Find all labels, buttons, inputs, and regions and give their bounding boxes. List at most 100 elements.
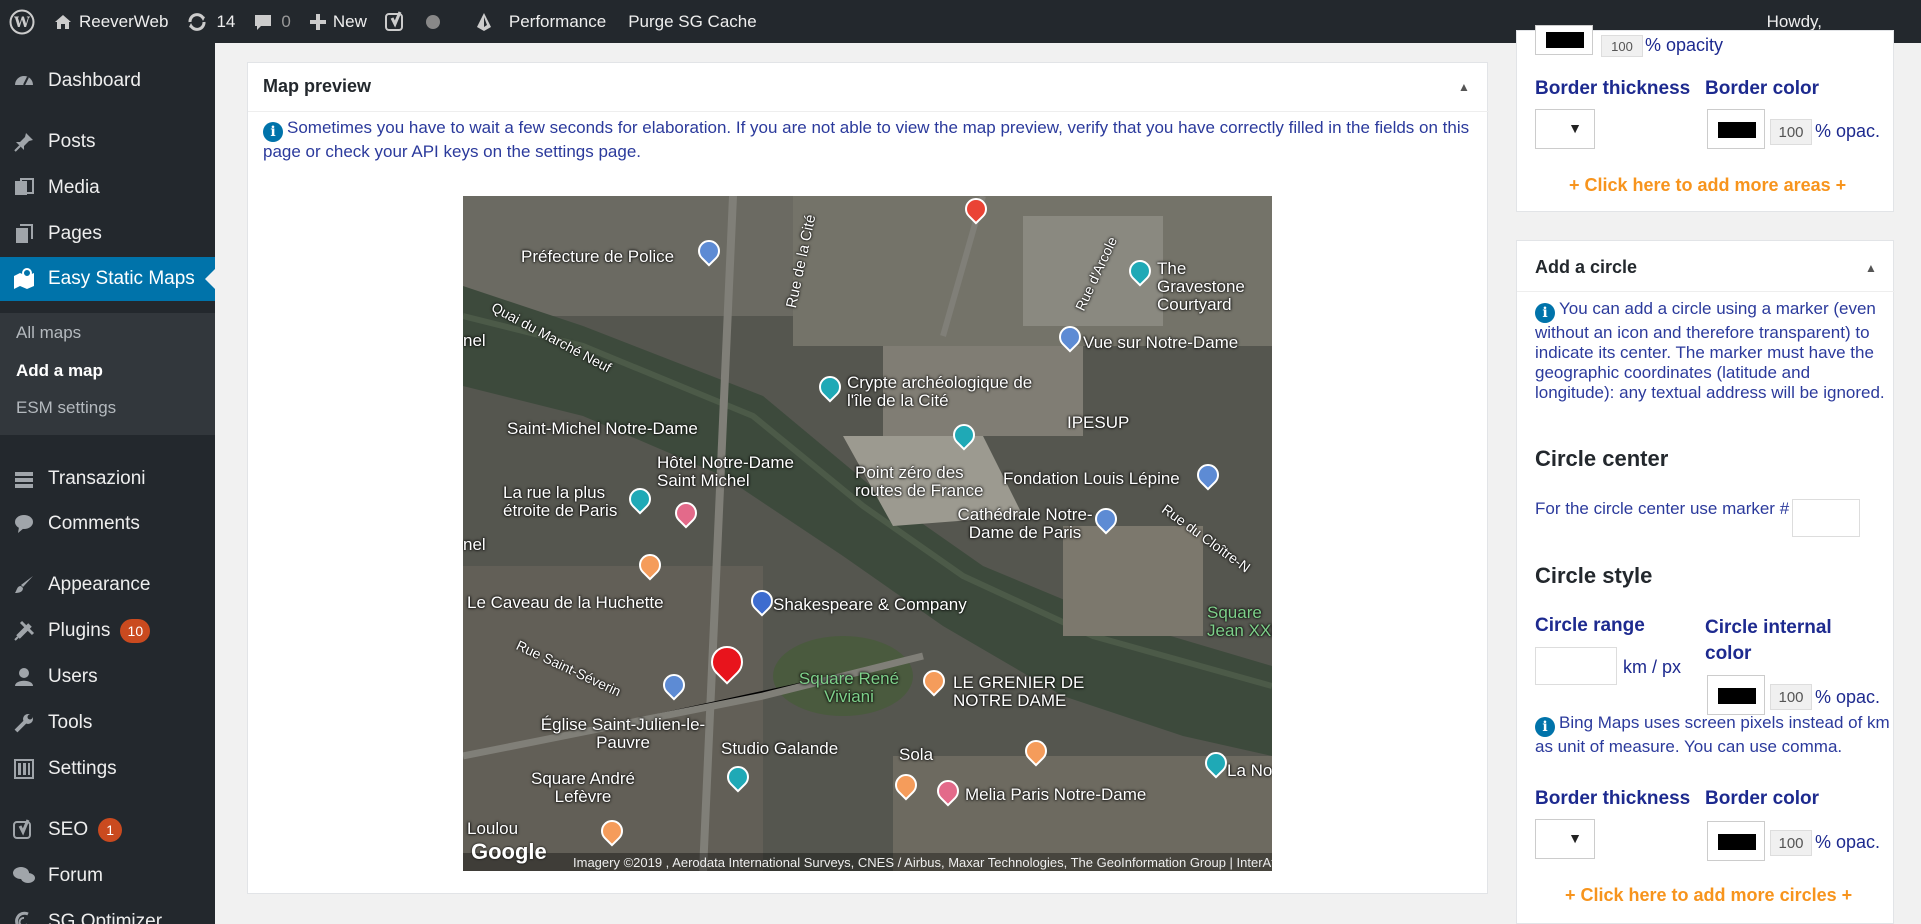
circle-border-thickness-select[interactable]: ▼ (1535, 819, 1595, 859)
forum-icon (0, 865, 48, 887)
comment-icon (255, 14, 272, 30)
circle-border-color-label: Border color (1705, 788, 1820, 809)
map-label: Préfecture de Police (521, 247, 675, 266)
area-border-thickness-label: Border thickness (1535, 78, 1691, 99)
comments-link[interactable]: 0 (244, 0, 299, 43)
settings-icon (0, 758, 48, 780)
sidebar-item-pages[interactable]: Pages (0, 212, 215, 256)
submenu-all-maps[interactable]: All maps (16, 323, 81, 343)
sidebar-item-posts[interactable]: Posts (0, 120, 215, 164)
map-label: The Gravestone Courtyard (1157, 259, 1245, 314)
performance-link[interactable]: Performance (464, 0, 615, 43)
sg-performance-icon (476, 12, 491, 31)
site-name: ReeverWeb (79, 11, 169, 31)
performance-label: Performance (508, 11, 607, 31)
map-label: Square André Lefèvre (531, 769, 635, 806)
dashboard-icon (0, 70, 48, 92)
map-label: Loulou (467, 819, 519, 838)
area-border-thickness-select[interactable]: ▼ (1535, 109, 1595, 149)
sidebar-item-forum[interactable]: Forum (0, 854, 215, 898)
bing-note: i Bing Maps uses screen pixels instead of… (1535, 713, 1890, 756)
add-more-circles-link[interactable]: + Click here to add more circles + (1565, 885, 1852, 906)
circle-center-marker-input[interactable] (1792, 499, 1860, 537)
areas-panel: 100 % opacity Border thickness Border co… (1516, 25, 1894, 212)
circle-internal-color-picker[interactable] (1707, 675, 1765, 715)
circle-border-opacity-label: % opac. (1815, 832, 1881, 852)
map-preview-title: Map preview (263, 76, 372, 96)
circle-range-input[interactable] (1535, 647, 1617, 685)
plug-icon (0, 620, 48, 642)
info-icon: i (263, 122, 283, 142)
purge-label: Purge SG Cache (628, 11, 757, 31)
plugins-update-badge: 10 (120, 619, 151, 643)
sidebar-item-seo[interactable]: SEO 1 (0, 808, 215, 852)
map-label: Melia Paris Notre-Dame (965, 785, 1147, 804)
svg-text:W: W (13, 15, 30, 31)
chevron-down-icon: ▼ (1568, 120, 1582, 136)
map-label: Hôtel Notre-Dame Saint Michel (657, 453, 794, 490)
circle-border-color-picker[interactable] (1707, 821, 1765, 861)
circle-border-opacity-input[interactable]: 100 (1770, 830, 1812, 856)
purge-cache-link[interactable]: Purge SG Cache (619, 0, 766, 43)
area-border-opacity-input[interactable]: 100 (1770, 119, 1812, 145)
sidebar-item-comments[interactable]: Comments (0, 502, 215, 546)
area-border-opacity-label: % opac. (1815, 121, 1881, 141)
chevron-down-icon: ▼ (1568, 830, 1582, 846)
circle-internal-opacity-label: % opac. (1815, 687, 1881, 707)
sidebar-item-appearance[interactable]: Appearance (0, 563, 215, 607)
panel-toggle-icon[interactable]: ▲ (1865, 261, 1877, 275)
map-label: nel (463, 331, 486, 350)
map-label: nel (463, 535, 486, 554)
map-label: La rue la plus étroite de Paris (503, 483, 618, 520)
add-circle-panel: Add a circle ▲ i You can add a circle usi… (1516, 240, 1895, 924)
admin-sidebar: Dashboard Posts Media Pages Easy Static … (0, 43, 215, 924)
circle-range-label: Circle range (1535, 615, 1645, 636)
updates-count: 14 (216, 11, 236, 31)
map-label: La No (1227, 761, 1272, 780)
stack-icon (0, 468, 48, 490)
wordpress-logo-icon[interactable]: W (0, 0, 44, 43)
map-label: IPESUP (1067, 413, 1130, 432)
area-opacity-input[interactable]: 100 (1601, 35, 1643, 57)
map-label: Église Saint-Julien-le-Pauvre (540, 715, 706, 752)
map-label: Cathédrale Notre-Dame de Paris (957, 505, 1093, 542)
updates-link[interactable]: 14 (177, 0, 244, 43)
sidebar-item-plugins[interactable]: Plugins 10 (0, 609, 215, 653)
new-content-link[interactable]: New (300, 0, 376, 43)
add-more-areas-link[interactable]: + Click here to add more areas + (1569, 175, 1846, 196)
submenu-add-a-map[interactable]: Add a map (16, 361, 103, 381)
map-label: Studio Galande (721, 739, 839, 758)
sidebar-item-easy-static-maps[interactable]: Easy Static Maps (0, 257, 215, 301)
area-border-color-picker[interactable] (1707, 109, 1765, 149)
howdy-text: Howdy, (1766, 11, 1822, 31)
map-label: Vue sur Notre-Dame (1083, 333, 1239, 352)
map-icon (0, 268, 48, 290)
active-arrow (205, 269, 215, 289)
sidebar-item-tools[interactable]: Tools (0, 701, 215, 745)
sidebar-item-sg-optimizer[interactable]: SG Optimizer (0, 900, 215, 924)
submenu-esm-settings[interactable]: ESM settings (16, 398, 116, 418)
sidebar-item-settings[interactable]: Settings (0, 747, 215, 791)
circle-internal-color-label: Circle internal color (1705, 617, 1832, 664)
pages-icon (0, 223, 48, 245)
home-icon (55, 14, 71, 29)
google-logo: Google (471, 839, 547, 864)
sidebar-item-users[interactable]: Users (0, 655, 215, 699)
area-color-picker[interactable] (1535, 25, 1593, 55)
comment-bubble-icon (0, 513, 48, 535)
new-label: New (332, 11, 367, 31)
sidebar-item-transazioni[interactable]: Transazioni (0, 457, 215, 501)
yoast-seo-icon (0, 819, 48, 841)
panel-toggle-icon[interactable]: ▲ (1458, 80, 1470, 94)
map-label: LE GRENIER DE NOTRE DAME (953, 673, 1085, 710)
area-opacity-label: % opacity (1645, 35, 1724, 55)
circle-range-unit: km / px (1623, 657, 1682, 677)
site-name-link[interactable]: ReeverWeb (44, 0, 177, 43)
yoast-menu[interactable] (376, 0, 416, 43)
circle-internal-opacity-input[interactable]: 100 (1770, 684, 1812, 710)
map-label: Saint-Michel Notre-Dame (507, 419, 698, 438)
sidebar-item-media[interactable]: Media (0, 166, 215, 210)
plus-icon (309, 13, 326, 30)
circle-note: i You can add a circle using a marker (ev… (1535, 299, 1885, 402)
sidebar-item-dashboard[interactable]: Dashboard (0, 59, 215, 103)
